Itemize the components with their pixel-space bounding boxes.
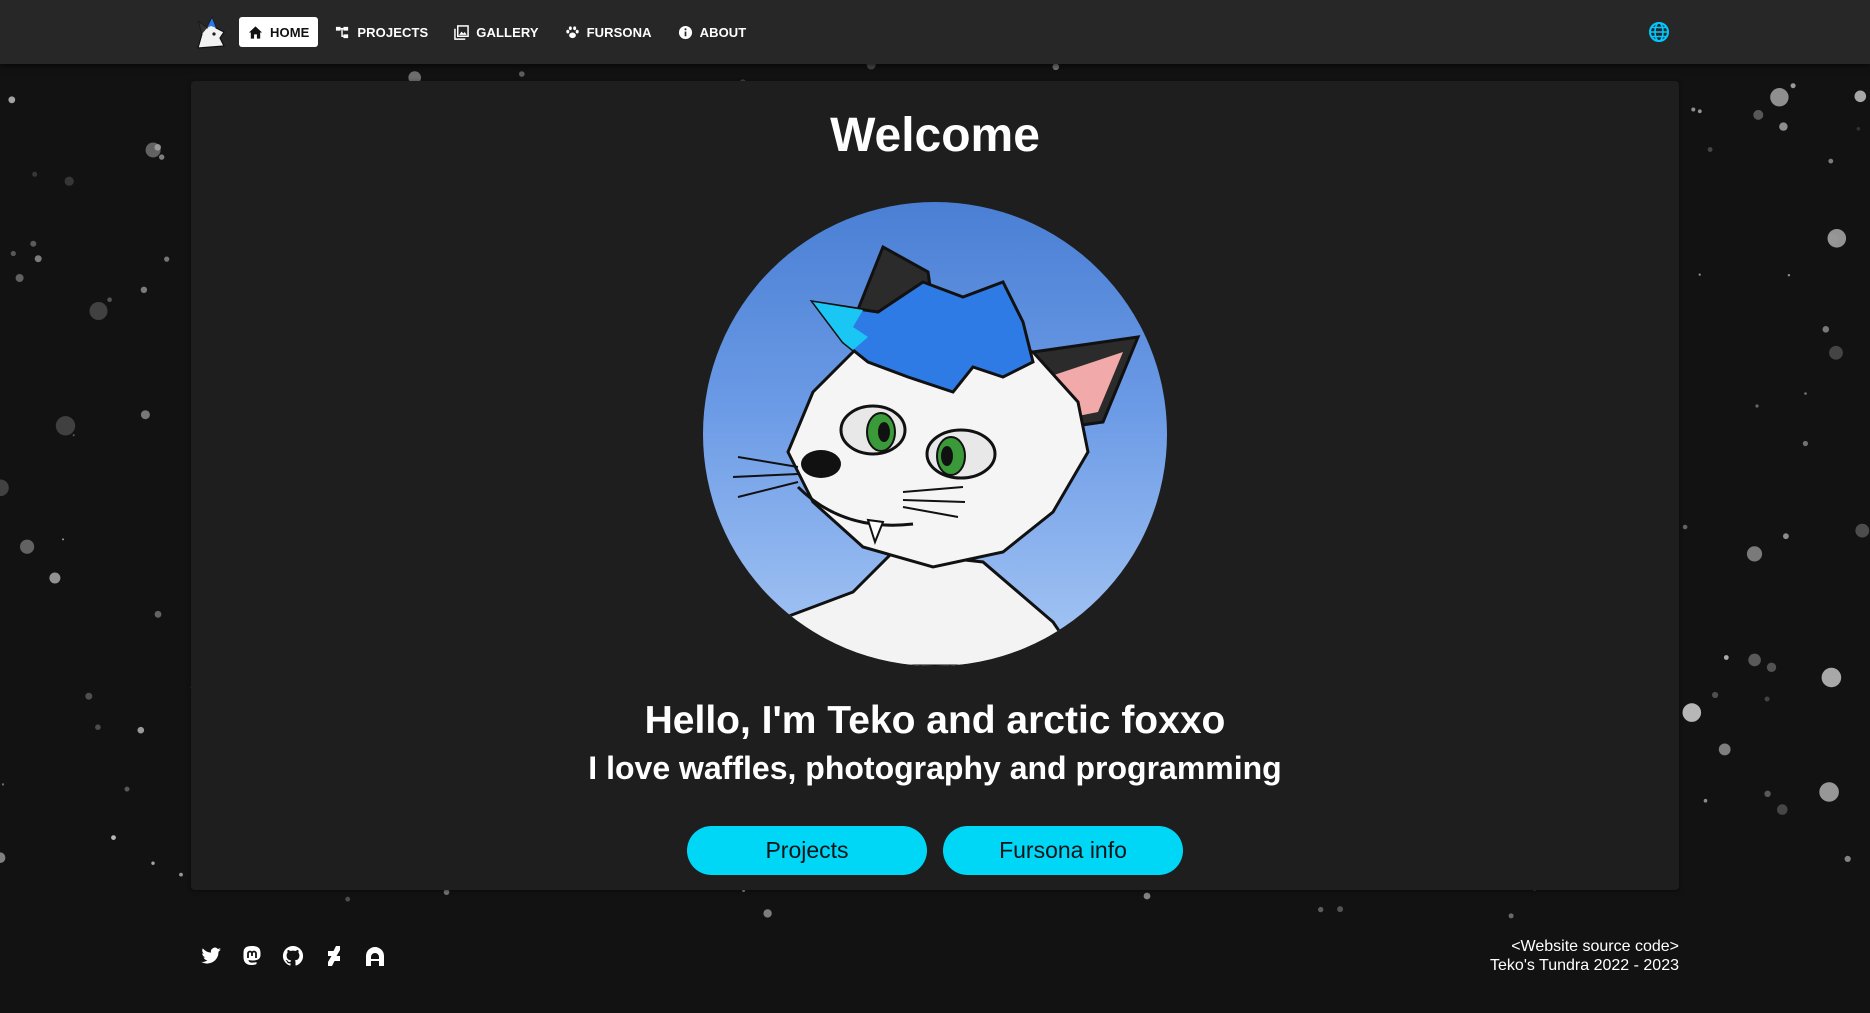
snowflake [1703, 798, 1708, 803]
snowflake [0, 479, 9, 497]
main-nav: HOME PROJECTS GALLERY FURSONA ABOUT [239, 17, 755, 47]
snowflake [154, 610, 162, 618]
source-code-link[interactable]: <Website source code> [1511, 938, 1679, 955]
snowflake [1764, 790, 1771, 797]
snowflake [1827, 229, 1847, 248]
snowflake [64, 176, 74, 186]
snowflake [1766, 662, 1777, 672]
github-icon[interactable] [281, 944, 305, 968]
social-links [199, 944, 387, 968]
snowflake [151, 861, 155, 865]
snowflake [1698, 273, 1701, 276]
snowflake [1829, 345, 1843, 360]
fox-avatar-illustration [703, 202, 1167, 666]
snowflake [763, 909, 772, 918]
snowflake [49, 572, 61, 584]
nav-projects-label: PROJECTS [357, 24, 429, 40]
snowflake [1790, 83, 1796, 89]
nav-fursona[interactable]: FURSONA [556, 17, 661, 47]
sitemap-icon [336, 26, 349, 38]
nav-projects[interactable]: PROJECTS [326, 17, 437, 47]
snowflake [1746, 546, 1763, 562]
snowflake [107, 297, 112, 302]
snowflake [1855, 523, 1870, 538]
snowflake [1682, 524, 1688, 530]
twitter-icon[interactable] [199, 944, 223, 968]
snowflake [1748, 653, 1761, 667]
snowflake [1723, 655, 1729, 660]
home-icon [248, 25, 263, 39]
snowflake [443, 889, 450, 895]
snowflake [1337, 906, 1344, 913]
nav-gallery[interactable]: GALLERY [445, 17, 547, 47]
snowflake [0, 852, 6, 863]
globe-icon[interactable] [1647, 20, 1671, 44]
nav-gallery-label: GALLERY [476, 24, 539, 40]
snowflake [89, 302, 108, 320]
snowflake [1854, 90, 1867, 103]
paw-icon [565, 25, 579, 38]
snowflake [30, 240, 37, 247]
avatar [703, 202, 1167, 666]
top-navigation-bar: HOME PROJECTS GALLERY FURSONA ABOUT [0, 0, 1870, 64]
snowflake [1783, 533, 1789, 540]
deviantart-icon[interactable] [322, 944, 346, 968]
site-logo-icon[interactable] [194, 14, 228, 50]
snowflake [1755, 404, 1759, 408]
snowflake [164, 256, 170, 262]
snowflake [1318, 906, 1324, 913]
snowflake [140, 410, 150, 420]
snowflake [1844, 855, 1851, 863]
nav-home-label: HOME [270, 24, 310, 40]
page-title: Welcome [830, 109, 1040, 162]
snowflake [519, 71, 525, 77]
snowflake [1143, 892, 1151, 900]
nav-about[interactable]: ABOUT [669, 17, 756, 47]
snowflake [1712, 691, 1719, 699]
snowflake [1770, 88, 1789, 107]
hero-subline: I love waffles, photography and programm… [588, 750, 1282, 786]
footer-info: <Website source code> Teko's Tundra 2022… [1490, 937, 1679, 975]
snowflake [124, 786, 130, 792]
image-stack-icon [454, 24, 470, 40]
snowflake [1508, 913, 1514, 919]
snowflake [1804, 392, 1807, 395]
snowflake [15, 274, 24, 282]
nav-about-label: ABOUT [699, 24, 747, 40]
snowflake [1822, 326, 1830, 333]
snowflake [72, 434, 75, 437]
snowflake [8, 96, 16, 104]
snowflake [55, 416, 76, 436]
snowflake [10, 250, 16, 257]
snowflake [1777, 804, 1788, 815]
snowflake [1802, 440, 1808, 447]
snowflake [20, 539, 35, 554]
snowflake [1821, 667, 1842, 688]
snowflake [1052, 64, 1060, 71]
snowflake [32, 171, 38, 177]
hero-headline: Hello, I'm Teko and arctic foxxo [644, 699, 1226, 742]
snowflake [345, 896, 351, 902]
info-icon [678, 25, 692, 39]
snowflake [1787, 274, 1791, 277]
snowflake [179, 872, 183, 877]
snowflake [34, 255, 42, 263]
furaffinity-icon[interactable] [363, 944, 387, 968]
nav-home[interactable]: HOME [239, 17, 319, 47]
snowflake [866, 64, 876, 70]
mastodon-icon[interactable] [240, 944, 264, 968]
fursona-info-button[interactable]: Fursona info [943, 826, 1183, 875]
snowflake [62, 538, 64, 541]
projects-button[interactable]: Projects [687, 826, 927, 875]
snowflake [140, 286, 148, 293]
snowflake [111, 835, 116, 840]
copyright-text: Teko's Tundra 2022 - 2023 [1490, 957, 1679, 974]
nav-fursona-label: FURSONA [586, 24, 652, 40]
